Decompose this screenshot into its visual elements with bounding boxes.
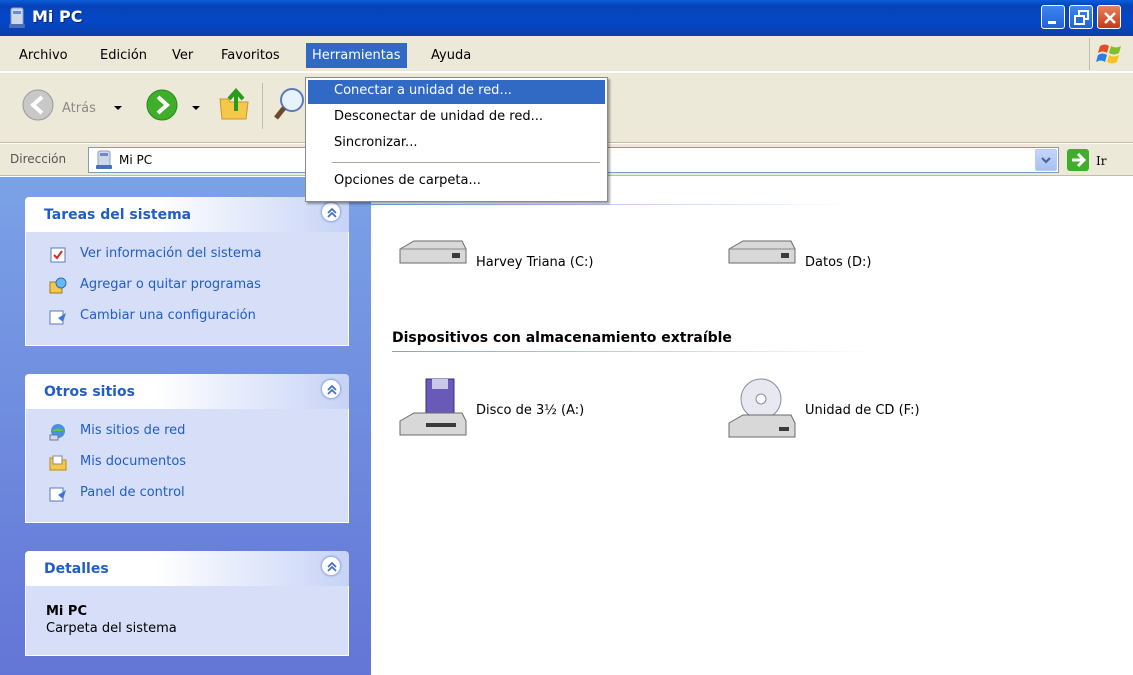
system-tasks-title: Tareas del sistema <box>44 207 192 223</box>
drive-f[interactable]: Unidad de CD (F:) <box>725 377 920 447</box>
address-label: Dirección <box>10 152 67 166</box>
toolbar-separator <box>262 83 263 129</box>
go-arrow-icon <box>1067 149 1089 171</box>
control-panel-icon <box>49 310 66 325</box>
add-remove-programs-icon <box>49 277 67 294</box>
details-header[interactable]: Detalles <box>25 551 349 586</box>
system-info-icon <box>50 247 66 263</box>
cd-drive-icon <box>728 378 796 438</box>
drive-c[interactable]: Harvey Triana (C:) <box>396 237 594 277</box>
up-folder-icon <box>219 87 249 120</box>
hard-drive-icon <box>399 240 467 264</box>
windows-logo-icon <box>1089 38 1129 70</box>
hard-drives-section-line <box>371 204 851 205</box>
my-network-places-link[interactable]: Mis sitios de red <box>26 419 348 450</box>
control-panel-icon <box>49 487 66 502</box>
menu-archivo[interactable]: Archivo <box>13 45 74 67</box>
menu-edicion[interactable]: Edición <box>94 45 153 67</box>
system-tasks-header[interactable]: Tareas del sistema <box>25 197 349 232</box>
menu-favoritos[interactable]: Favoritos <box>215 45 286 67</box>
forward-button[interactable] <box>144 87 180 127</box>
double-chevron-up-icon <box>327 207 337 218</box>
forward-arrow-icon <box>146 89 178 121</box>
removable-section-title: Dispositivos con almacenamiento extraíbl… <box>392 330 732 346</box>
search-icon <box>274 88 304 120</box>
back-label[interactable]: Atrás <box>62 101 96 116</box>
collapse-details-button[interactable] <box>321 556 341 576</box>
back-button[interactable] <box>20 87 56 127</box>
restore-button[interactable] <box>1069 5 1093 29</box>
my-documents-link[interactable]: Mis documentos <box>26 450 348 481</box>
synchronize-item[interactable]: Sincronizar... <box>308 132 605 156</box>
collapse-system-tasks-button[interactable] <box>321 202 341 222</box>
collapse-other-places-button[interactable] <box>321 379 341 399</box>
other-places-header[interactable]: Otros sitios <box>25 374 349 409</box>
add-remove-programs-link[interactable]: Agregar o quitar programas <box>26 273 348 304</box>
drive-a[interactable]: Disco de 3½ (A:) <box>396 377 584 447</box>
up-folder-button[interactable] <box>216 85 252 127</box>
view-system-info-link[interactable]: Ver información del sistema <box>26 242 348 273</box>
details-panel: Detalles Mi PC Carpeta del sistema <box>25 551 349 656</box>
address-dropdown-button[interactable] <box>1035 149 1057 171</box>
control-panel-link[interactable]: Panel de control <box>26 481 348 512</box>
details-subtitle: Carpeta del sistema <box>46 621 177 636</box>
window-title: Mi PC <box>32 7 83 26</box>
go-button[interactable]: Ir <box>1064 148 1130 174</box>
map-network-drive-item[interactable]: Conectar a unidad de red... <box>308 80 605 104</box>
back-arrow-icon <box>22 89 54 121</box>
title-bar[interactable]: Mi PC <box>0 0 1133 36</box>
removable-section-line <box>392 351 872 352</box>
folder-options-item[interactable]: Opciones de carpeta... <box>308 170 605 194</box>
double-chevron-up-icon <box>327 561 337 572</box>
drive-d[interactable]: Datos (D:) <box>725 237 871 277</box>
details-title: Detalles <box>44 561 109 577</box>
system-tasks-panel: Tareas del sistema Ver información del s… <box>25 197 349 346</box>
network-icon <box>49 424 65 441</box>
double-chevron-up-icon <box>327 384 337 395</box>
tools-menu: Conectar a unidad de red... Desconectar … <box>305 77 608 202</box>
folder-icon <box>49 455 67 471</box>
back-dropdown-icon[interactable] <box>114 106 122 110</box>
search-button[interactable] <box>272 85 308 127</box>
chevron-down-icon <box>1041 157 1051 164</box>
address-value: Mi PC <box>119 153 153 167</box>
change-setting-link[interactable]: Cambiar una configuración <box>26 304 348 335</box>
menu-separator <box>332 162 600 163</box>
menu-herramientas[interactable]: Herramientas <box>306 43 407 68</box>
go-label: Ir <box>1096 154 1107 168</box>
close-button[interactable] <box>1097 5 1121 29</box>
other-places-title: Otros sitios <box>44 384 135 400</box>
details-name: Mi PC <box>46 604 87 619</box>
menu-ayuda[interactable]: Ayuda <box>425 45 477 67</box>
other-places-panel: Otros sitios Mis sitios de red Mis docum… <box>25 374 349 523</box>
minimize-button[interactable] <box>1041 5 1065 29</box>
menu-bar: Archivo Edición Ver Favoritos Herramient… <box>0 36 1133 72</box>
forward-dropdown-icon[interactable] <box>192 106 200 110</box>
floppy-drive-icon <box>399 378 467 436</box>
content-area: Harvey Triana (C:) Datos (D:) Dispositiv… <box>371 177 1133 675</box>
hard-drive-icon <box>728 240 796 264</box>
menu-ver[interactable]: Ver <box>166 45 199 67</box>
task-pane: Tareas del sistema Ver información del s… <box>0 177 371 675</box>
disconnect-network-drive-item[interactable]: Desconectar de unidad de red... <box>308 106 605 130</box>
computer-icon <box>96 150 112 169</box>
computer-icon <box>9 7 25 28</box>
